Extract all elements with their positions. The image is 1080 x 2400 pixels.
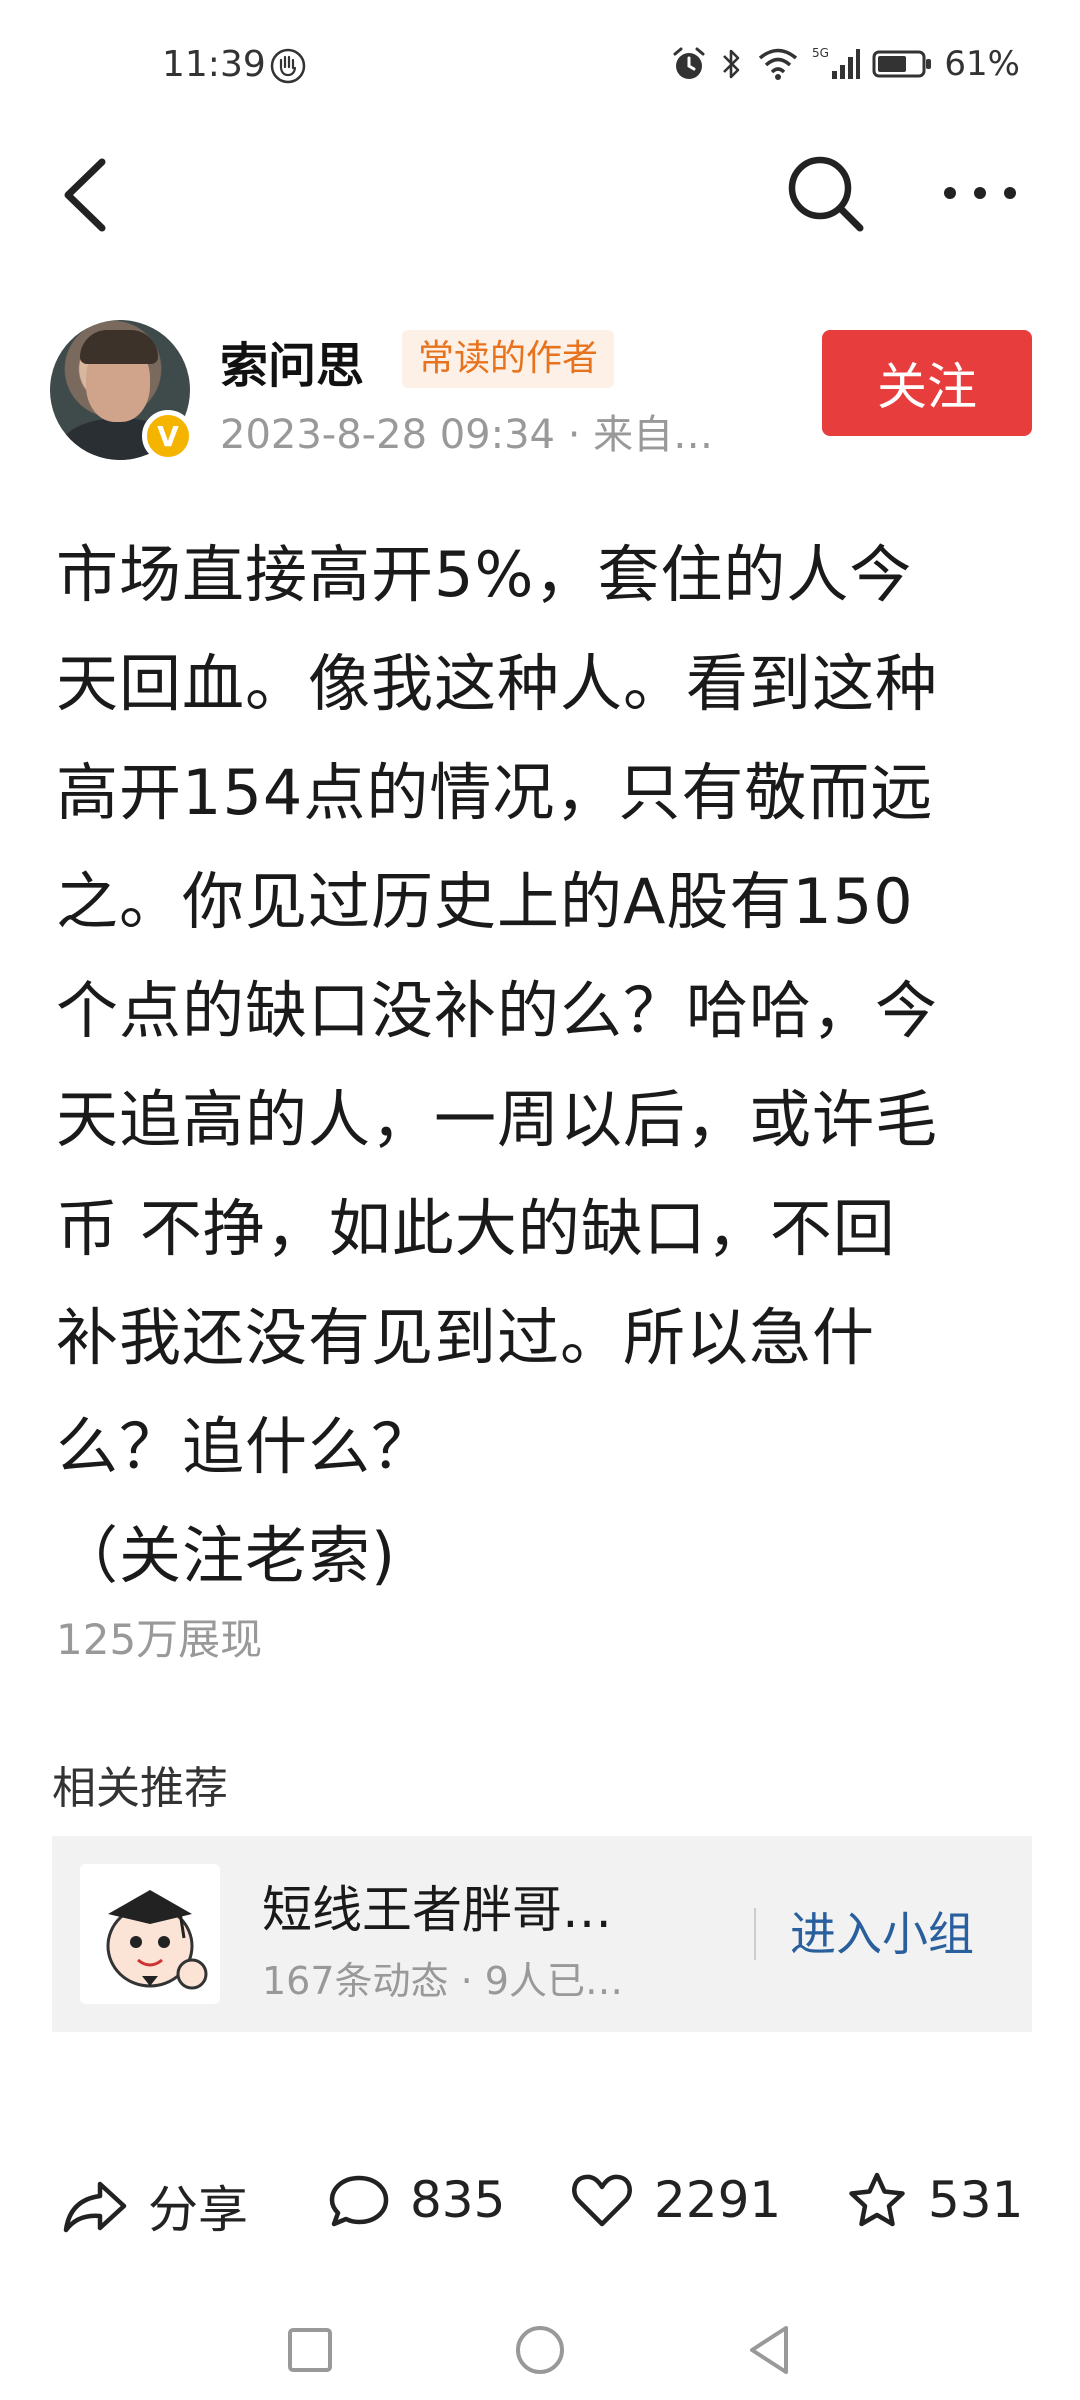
- enter-group-button[interactable]: 进入小组: [790, 1898, 974, 1964]
- frequent-author-badge: 常读的作者: [402, 330, 615, 388]
- like-count: 2291: [654, 2171, 782, 2229]
- favorite-button[interactable]: 531: [846, 2170, 1023, 2230]
- battery-icon: [872, 50, 932, 78]
- back-triangle-icon[interactable]: [740, 2320, 800, 2380]
- share-icon: [63, 2181, 127, 2233]
- post-content: 市场直接高开5%，套住的人今 天回血。像我这种人。看到这种 高开154点的情况，…: [56, 520, 1026, 1610]
- status-bar: 11:39 5G 61%: [0, 0, 1080, 135]
- post-line: 个点的缺口没补的么？哈哈，今: [56, 974, 939, 1047]
- system-navigation-bar: [0, 2300, 1080, 2400]
- post-detail-page: 11:39 5G 61% V 索问思 常读的作者 2023-8-28 09:34…: [0, 0, 1080, 2400]
- wifi-icon: [759, 48, 798, 80]
- status-icons: 5G 61%: [670, 44, 1020, 84]
- status-time: 11:39: [162, 44, 266, 85]
- post-line: 高开154点的情况，只有敬而远: [56, 756, 934, 829]
- related-group-card[interactable]: 短线王者胖哥… 167条动态 · 9人已… 进入小组: [52, 1836, 1032, 2032]
- more-options-button[interactable]: [930, 148, 1030, 238]
- alarm-icon: [673, 47, 705, 79]
- card-divider: [754, 1908, 756, 1960]
- post-timestamp: 2023-8-28 09:34 · 来自…: [220, 412, 714, 458]
- favorite-count: 531: [928, 2171, 1024, 2229]
- post-line: 么？追什么？: [56, 1410, 435, 1483]
- star-icon: [849, 2172, 905, 2227]
- bluetooth-icon: [723, 49, 740, 79]
- comment-count: 835: [410, 2171, 506, 2229]
- search-button[interactable]: [780, 148, 870, 238]
- group-name: 短线王者胖哥…: [262, 1881, 612, 1939]
- battery-percentage: 61%: [944, 44, 1020, 84]
- verified-badge: V: [142, 410, 194, 462]
- avatar-hair: [80, 330, 158, 364]
- signal-5g-icon: 5G: [812, 46, 861, 79]
- svg-text:5G: 5G: [812, 46, 829, 60]
- post-line: 之。你见过历史上的A股有150: [56, 865, 914, 938]
- share-label: 分享: [148, 2181, 248, 2239]
- group-meta: 167条动态 · 9人已…: [262, 1959, 623, 2003]
- post-line: 天回血。像我这种人。看到这种: [56, 647, 939, 720]
- home-icon[interactable]: [510, 2320, 570, 2380]
- hand-icon: [270, 48, 306, 84]
- view-count: 125万展现: [56, 1615, 263, 1664]
- like-button[interactable]: 2291: [570, 2170, 781, 2230]
- action-bar: 分享 835 2291 531: [0, 2160, 1080, 2260]
- heart-icon: [572, 2174, 632, 2227]
- post-line: 币 不挣，如此大的缺口，不回: [56, 1192, 896, 1265]
- group-avatar: [80, 1864, 220, 2004]
- post-line: （关注老索): [56, 1519, 397, 1592]
- back-button[interactable]: [50, 150, 130, 240]
- follow-button[interactable]: 关注: [822, 330, 1032, 436]
- related-section-title: 相关推荐: [52, 1763, 228, 1814]
- recent-apps-icon[interactable]: [280, 2320, 340, 2380]
- post-line: 补我还没有见到过。所以急什: [56, 1301, 876, 1374]
- post-line: 天追高的人，一周以后，或许毛: [56, 1083, 939, 1156]
- comment-button[interactable]: 835: [328, 2170, 505, 2230]
- comment-icon: [329, 2175, 389, 2227]
- author-name[interactable]: 索问思: [220, 326, 364, 396]
- author-header: V 索问思 常读的作者 2023-8-28 09:34 · 来自… 关注: [50, 320, 1032, 465]
- top-navigation: [0, 140, 1080, 250]
- post-line: 市场直接高开5%，套住的人今: [56, 538, 913, 611]
- share-button[interactable]: 分享: [62, 2170, 248, 2242]
